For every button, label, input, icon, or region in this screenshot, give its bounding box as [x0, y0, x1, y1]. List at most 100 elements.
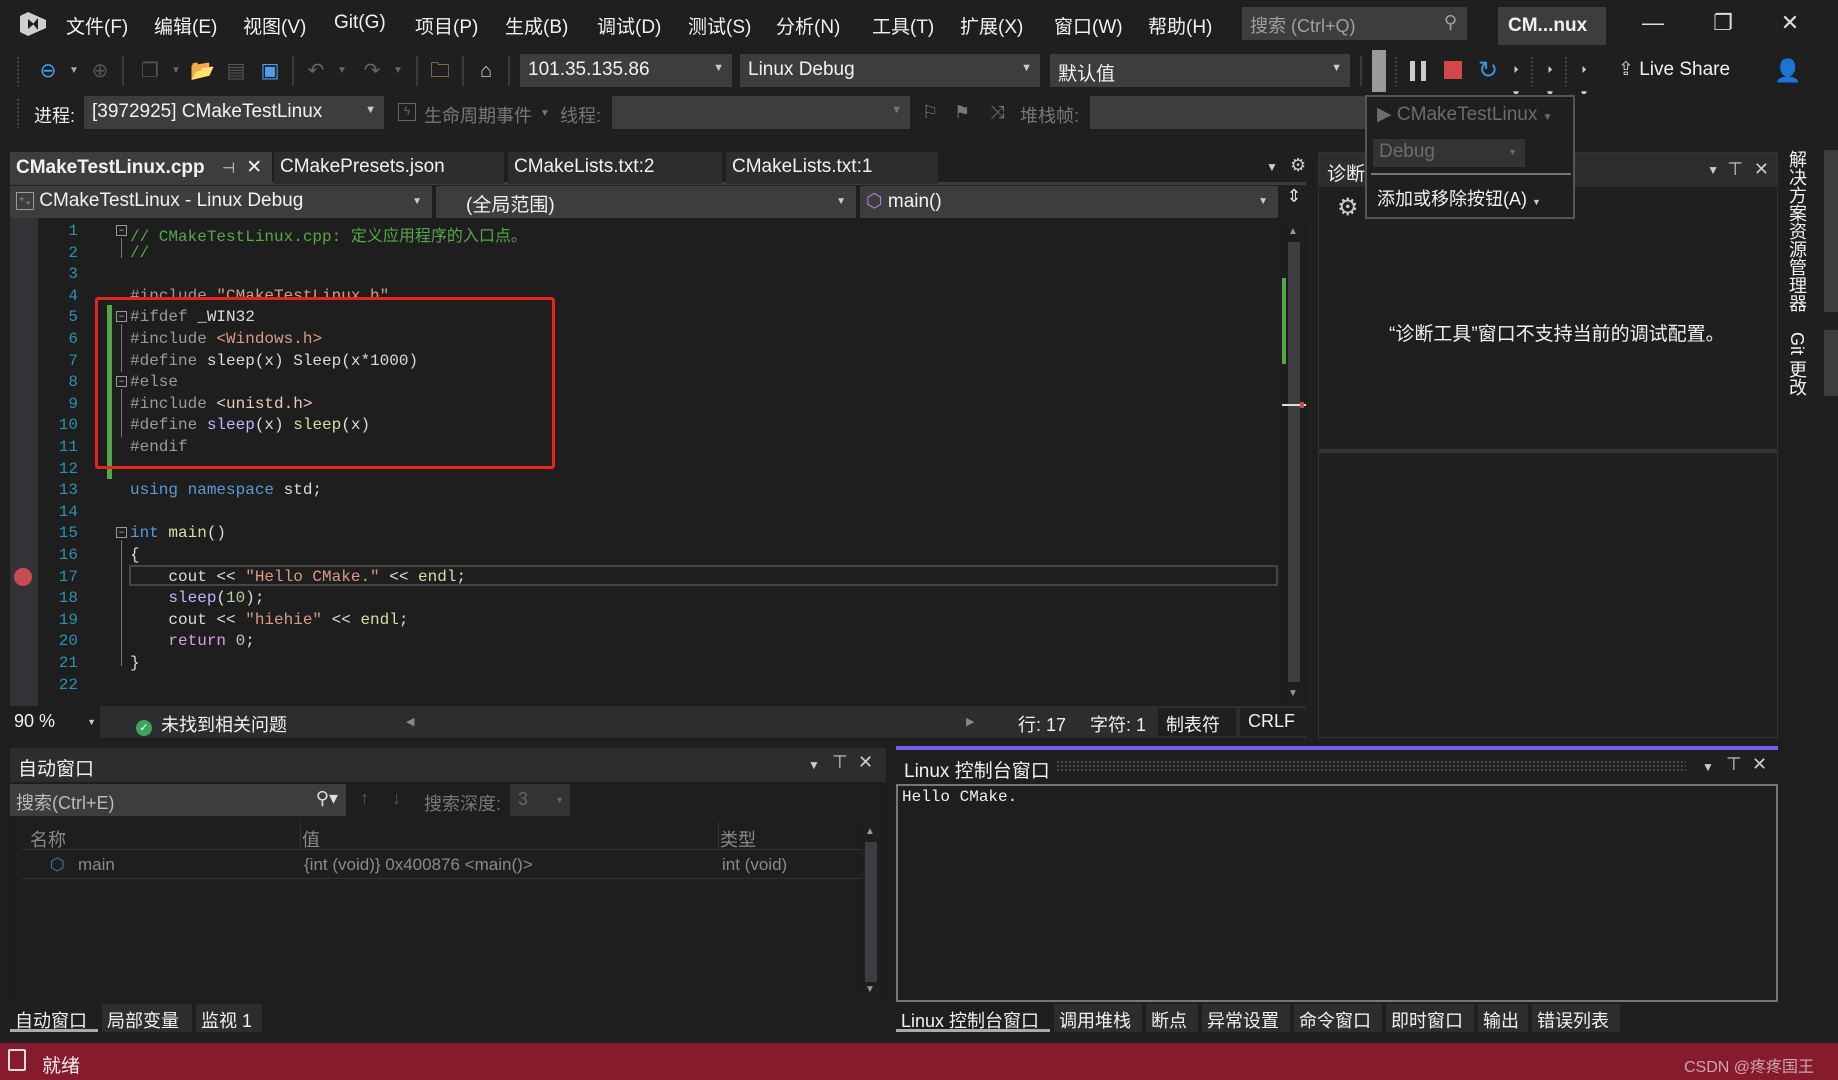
- tool-window-tab[interactable]: 输出: [1478, 1004, 1528, 1032]
- live-share-button[interactable]: ⇪ Live Share: [1618, 58, 1730, 81]
- new-project-icon[interactable]: ❐: [138, 59, 162, 83]
- menu-item[interactable]: 分析(N): [776, 12, 840, 39]
- menu-item[interactable]: 文件(F): [66, 12, 128, 39]
- show-only-flagged-icon[interactable]: ⤨: [990, 102, 1004, 123]
- tool-window-tab[interactable]: 错误列表: [1532, 1004, 1620, 1032]
- menu-item[interactable]: 调试(D): [597, 12, 661, 39]
- menu-item[interactable]: Git(G): [334, 12, 386, 34]
- navigate-back-icon[interactable]: ⊖: [36, 59, 60, 83]
- member-dropdown[interactable]: ⬡ main() ▼: [860, 186, 1278, 218]
- char-indicator[interactable]: 字符: 1: [1090, 711, 1146, 737]
- scroll-up-icon[interactable]: ▲: [865, 826, 875, 837]
- column-header-type[interactable]: 类型: [720, 826, 756, 852]
- preset-dropdown[interactable]: 默认值 ▼: [1050, 54, 1350, 87]
- column-header-name[interactable]: 名称: [30, 826, 66, 852]
- scroll-left-icon[interactable]: ◀: [406, 715, 414, 728]
- menu-item[interactable]: 窗口(W): [1054, 12, 1123, 39]
- tab-cmakelists-1[interactable]: CMakeLists.txt:1: [726, 152, 938, 184]
- restart-icon[interactable]: ↻: [1476, 59, 1500, 83]
- feedback-icon[interactable]: 👤: [1774, 59, 1801, 83]
- tool-window-tab[interactable]: 异常设置: [1202, 1004, 1290, 1032]
- scrollbar-track[interactable]: [1288, 242, 1300, 682]
- autos-row[interactable]: ⬡ main {int (void)} 0x400876 <main()> in…: [22, 851, 862, 879]
- tool-window-tab[interactable]: 断点: [1146, 1004, 1198, 1032]
- tool-window-tab[interactable]: 自动窗口: [10, 1004, 98, 1032]
- search-depth-dropdown[interactable]: 3 ▼: [510, 784, 570, 816]
- tab-list-dropdown-icon[interactable]: ▼: [1266, 160, 1278, 174]
- indicator-margin[interactable]: [10, 218, 38, 706]
- global-search-input[interactable]: 搜索 (Ctrl+Q) ⚲: [1242, 7, 1467, 40]
- close-panel-icon[interactable]: ✕: [1752, 754, 1767, 775]
- solution-name-badge[interactable]: CM...nux: [1498, 7, 1606, 45]
- tool-window-tab[interactable]: 局部变量: [102, 1004, 192, 1032]
- breakpoint-icon[interactable]: [14, 568, 32, 586]
- git-changes-side-tab[interactable]: Git 更改: [1784, 332, 1810, 396]
- add-remove-buttons-menu[interactable]: 添加或移除按钮(A) ▼: [1377, 185, 1541, 211]
- toolbar-overflow-icon[interactable]: ⏵▼: [1572, 59, 1596, 100]
- back-dropdown-icon[interactable]: ▼: [62, 59, 86, 83]
- toolbar-overflow-icon[interactable]: ⏵▼: [1504, 59, 1528, 100]
- config-dropdown[interactable]: Debug ▼: [1373, 139, 1525, 167]
- toolbar-grip[interactable]: [1530, 56, 1534, 86]
- start-debugging-button[interactable]: ▶ CMakeTestLinux ▼: [1377, 103, 1553, 126]
- pin-tab-icon[interactable]: ⊣: [222, 160, 235, 177]
- code-line[interactable]: //: [130, 244, 149, 262]
- solution-explorer-side-tab[interactable]: 解决方案资源管理器: [1784, 150, 1810, 312]
- collapse-icon[interactable]: −: [116, 225, 127, 236]
- pin-icon[interactable]: ⊤: [1726, 754, 1742, 775]
- save-icon[interactable]: ▤: [224, 59, 248, 83]
- column-divider[interactable]: [300, 822, 301, 850]
- code-line[interactable]: return 0;: [130, 632, 254, 650]
- tab-cmakelists-2[interactable]: CMakeLists.txt:2: [508, 152, 722, 184]
- menu-item[interactable]: 扩展(X): [960, 12, 1023, 39]
- menu-item[interactable]: 工具(T): [872, 12, 934, 39]
- gear-icon[interactable]: ⚙: [1290, 155, 1306, 176]
- menu-item[interactable]: 帮助(H): [1148, 12, 1212, 39]
- code-line[interactable]: cout << "hiehie" << endl;: [130, 611, 408, 629]
- flag-threads-icon[interactable]: ⚐: [922, 102, 938, 123]
- stack-frame-dropdown[interactable]: [1090, 96, 1366, 129]
- toolbar-grip[interactable]: [16, 98, 20, 128]
- code-line[interactable]: using namespace std;: [130, 481, 322, 499]
- collapse-icon[interactable]: −: [116, 527, 127, 538]
- tab-cmaketestlinux-cpp[interactable]: CMakeTestLinux.cpp ⊣ ✕: [10, 152, 272, 184]
- panel-splitter[interactable]: [1319, 449, 1777, 453]
- code-line[interactable]: // CMakeTestLinux.cpp: 定义应用程序的入口点。: [130, 222, 527, 246]
- toolbar-grip[interactable]: [1394, 56, 1398, 86]
- tool-window-tab[interactable]: Linux 控制台窗口: [896, 1004, 1050, 1032]
- window-menu-dropdown-icon[interactable]: ▼: [1707, 163, 1719, 177]
- tool-window-tab[interactable]: 即时窗口: [1386, 1004, 1474, 1032]
- new-dropdown-icon[interactable]: ▼: [164, 59, 188, 83]
- undo-dropdown-icon[interactable]: ▼: [330, 59, 354, 83]
- drag-handle[interactable]: [1056, 760, 1686, 772]
- restore-button[interactable]: ❐: [1708, 10, 1738, 38]
- find-in-files-icon[interactable]: 🗀: [428, 59, 452, 83]
- code-line[interactable]: {: [130, 546, 140, 564]
- tool-window-tab[interactable]: 调用堆栈: [1054, 1004, 1142, 1032]
- editor-vertical-scrollbar[interactable]: ▲ ▼: [1282, 218, 1306, 706]
- project-navigation-dropdown[interactable]: ⁺₊ CMakeTestLinux - Linux Debug ▼: [10, 186, 432, 218]
- redo-dropdown-icon[interactable]: ▼: [386, 59, 410, 83]
- menu-item[interactable]: 编辑(E): [154, 12, 217, 39]
- chevron-down-icon[interactable]: ▼: [540, 108, 550, 119]
- pin-icon[interactable]: ⊤: [1727, 159, 1743, 180]
- menu-item[interactable]: 视图(V): [243, 12, 306, 39]
- close-panel-icon[interactable]: ✕: [858, 752, 873, 773]
- window-menu-dropdown-icon[interactable]: ▼: [808, 758, 820, 772]
- split-window-icon[interactable]: ⇕: [1282, 186, 1306, 218]
- autos-scrollbar[interactable]: ▲ ▼: [862, 822, 880, 998]
- scroll-down-icon[interactable]: ▼: [865, 984, 875, 995]
- zoom-dropdown[interactable]: 90 % ▼: [10, 706, 100, 738]
- column-header-value[interactable]: 值: [302, 826, 320, 852]
- column-divider[interactable]: [718, 822, 719, 850]
- console-output[interactable]: Hello CMake.: [896, 784, 1778, 1002]
- lifecycle-events-button[interactable]: 生命周期事件: [424, 102, 532, 128]
- toolbar-grip[interactable]: [16, 56, 20, 86]
- pause-icon[interactable]: [1410, 61, 1426, 81]
- line-indicator[interactable]: 行: 17: [1018, 711, 1066, 737]
- menu-item[interactable]: 项目(P): [415, 12, 478, 39]
- connection-manager-icon[interactable]: ⌂: [474, 59, 498, 83]
- code-line[interactable]: }: [130, 654, 140, 672]
- close-window-button[interactable]: ✕: [1775, 10, 1805, 38]
- tool-window-tab[interactable]: 监视 1: [196, 1004, 262, 1032]
